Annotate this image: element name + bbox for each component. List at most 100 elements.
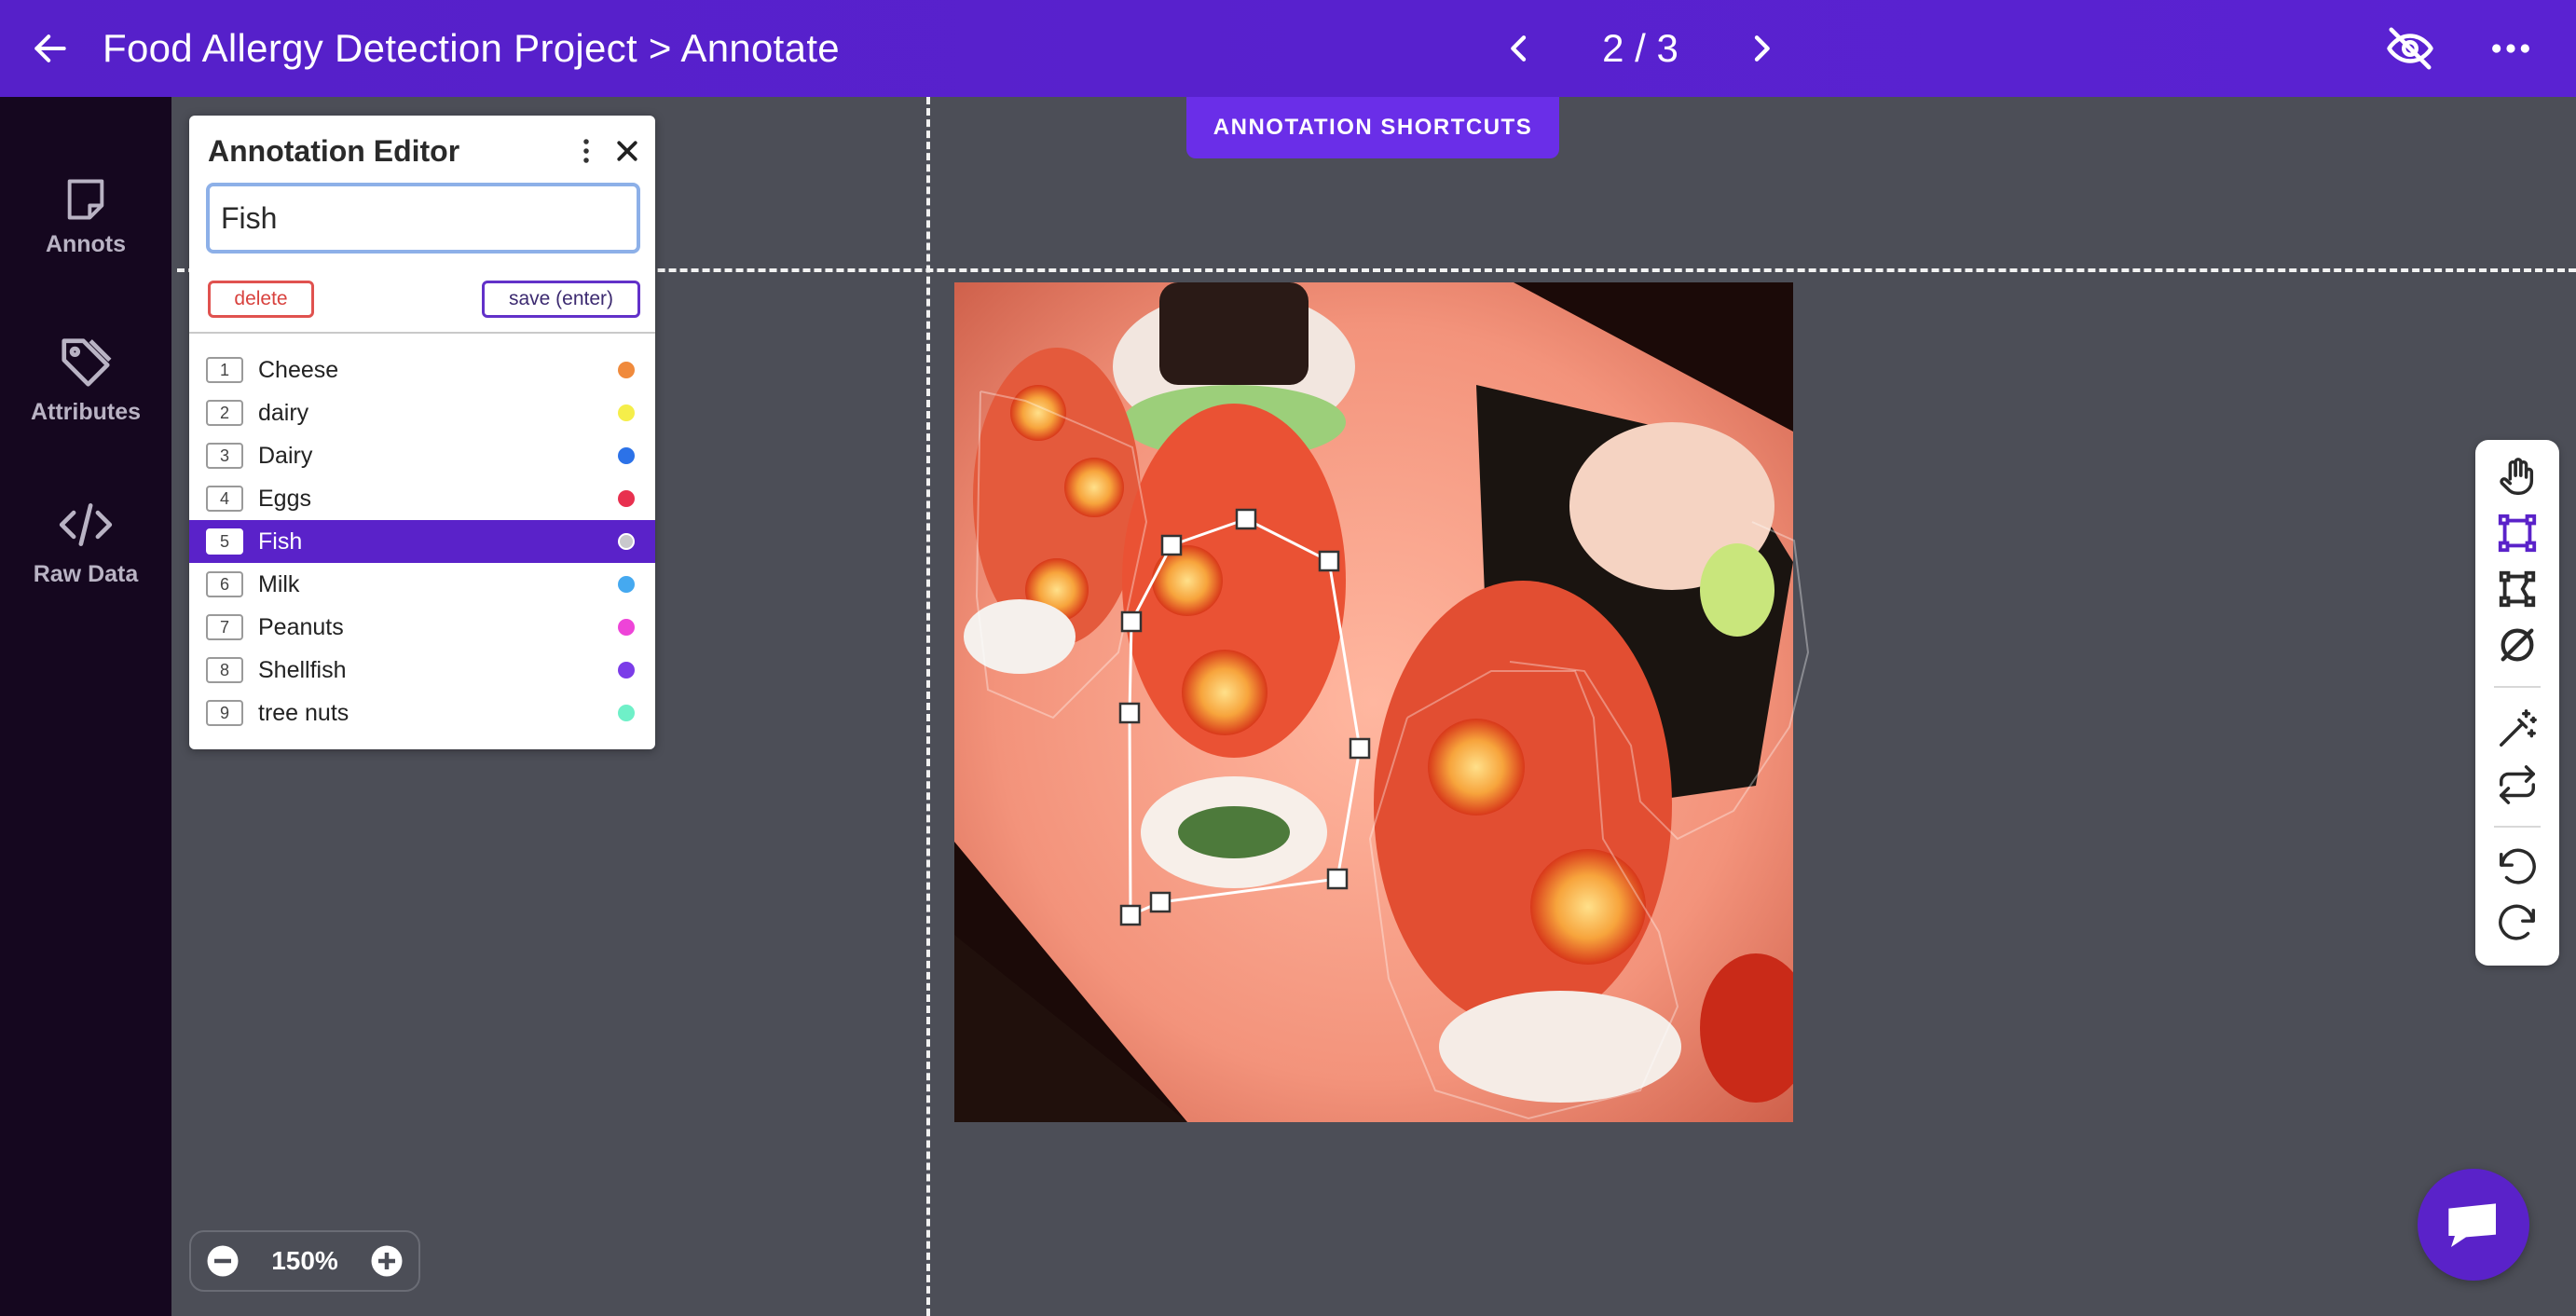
polygon-tool[interactable] — [2489, 563, 2545, 615]
undo-button[interactable] — [2489, 843, 2545, 895]
hide-annotations-button[interactable] — [2382, 21, 2438, 76]
more-vertical-icon — [583, 139, 589, 163]
arrow-left-icon — [34, 34, 66, 62]
class-hotkey-number: 6 — [206, 571, 243, 597]
class-name: Dairy — [258, 442, 313, 469]
tag-icon — [62, 338, 112, 387]
class-hotkey-number: 4 — [206, 486, 243, 512]
tool-divider — [2494, 686, 2541, 688]
back-button[interactable] — [24, 22, 76, 75]
divider — [189, 332, 655, 334]
class-name: Peanuts — [258, 613, 344, 640]
class-item-cheese[interactable]: 1 Cheese — [189, 349, 655, 391]
class-item-eggs[interactable]: 4 Eggs — [189, 477, 655, 520]
page-indicator: 2 / 3 — [1602, 26, 1679, 70]
class-name: Cheese — [258, 356, 339, 383]
magic-wand-icon — [2500, 709, 2537, 747]
left-sidebar: Annots Attributes Raw Data — [0, 97, 171, 1316]
delete-button[interactable]: delete — [208, 281, 314, 318]
eye-off-icon — [2387, 27, 2433, 70]
repeat-tool[interactable] — [2489, 759, 2545, 811]
code-icon — [59, 503, 113, 546]
class-name: Fish — [258, 528, 303, 555]
sidebar-item-raw-data[interactable]: Raw Data — [0, 496, 171, 588]
plus-circle-icon — [371, 1245, 403, 1277]
class-hotkey-number: 8 — [206, 657, 243, 683]
annotation-editor-panel: Annotation Editor delete save (enter) 1C… — [189, 116, 655, 749]
class-hotkey-number: 2 — [206, 400, 243, 426]
class-color-dot — [618, 576, 635, 593]
redo-icon — [2499, 904, 2535, 940]
sidebar-item-annots[interactable]: Annots — [0, 175, 171, 258]
class-item-milk[interactable]: 6 Milk — [189, 563, 655, 606]
next-image-button[interactable] — [1733, 21, 1789, 76]
chevron-left-icon — [1511, 35, 1527, 62]
class-color-dot — [618, 705, 635, 721]
zoom-out-button[interactable] — [204, 1242, 241, 1280]
class-hotkey-number: 3 — [206, 443, 243, 469]
more-options-button[interactable] — [2483, 21, 2539, 76]
class-hotkey-number: 1 — [206, 357, 243, 383]
class-color-dot — [618, 533, 635, 550]
class-color-dot — [618, 662, 635, 679]
top-bar: Food Allergy Detection Project > Annotat… — [0, 0, 2576, 97]
class-name: dairy — [258, 399, 309, 426]
repeat-icon — [2500, 765, 2535, 804]
class-name: Shellfish — [258, 656, 347, 683]
class-hotkey-number: 9 — [206, 700, 243, 726]
class-color-dot — [618, 447, 635, 464]
null-tool[interactable] — [2489, 619, 2545, 671]
sushi-photo — [954, 282, 1793, 1122]
null-icon — [2501, 628, 2534, 662]
class-name: Eggs — [258, 485, 311, 512]
class-hotkey-number: 7 — [206, 614, 243, 640]
class-name: Milk — [258, 570, 300, 597]
annotation-shortcuts-button[interactable]: ANNOTATION SHORTCUTS — [1186, 97, 1559, 158]
editor-menu-button[interactable] — [569, 132, 603, 170]
bounding-box-icon — [2498, 514, 2537, 553]
sidebar-item-label: Raw Data — [33, 561, 139, 587]
polygon-icon — [2499, 570, 2536, 608]
redo-button[interactable] — [2489, 898, 2545, 951]
class-item-peanuts[interactable]: 7 Peanuts — [189, 606, 655, 649]
class-list: 1 Cheese 2 dairy 3 Dairy 4 Eggs 5 Fish 6 Milk 7 Peanu… — [189, 349, 655, 734]
crosshair-vertical-guide — [926, 97, 930, 1316]
class-hotkey-number: 5 — [206, 528, 243, 555]
previous-image-button[interactable] — [1491, 21, 1547, 76]
tool-palette — [2475, 440, 2559, 966]
bounding-box-tool[interactable] — [2489, 507, 2545, 559]
page-title: Food Allergy Detection Project > Annotat… — [103, 26, 840, 70]
sidebar-item-attributes[interactable]: Attributes — [0, 334, 171, 426]
minus-circle-icon — [207, 1245, 239, 1277]
zoom-control: 150% — [189, 1230, 420, 1292]
annotation-label-input[interactable] — [206, 183, 640, 254]
hand-icon — [2500, 458, 2534, 495]
chat-button[interactable] — [2418, 1169, 2529, 1281]
zoom-level: 150% — [271, 1246, 338, 1275]
image-pager: 2 / 3 — [1491, 21, 1789, 76]
save-button[interactable]: save (enter) — [482, 281, 640, 318]
sticky-note-icon — [67, 179, 104, 220]
pan-tool[interactable] — [2489, 451, 2545, 503]
class-item-fish[interactable]: 5 Fish — [189, 520, 655, 563]
top-right-actions — [2382, 21, 2539, 76]
class-color-dot — [618, 362, 635, 378]
annotated-image[interactable] — [954, 282, 1793, 1122]
class-item-dairy[interactable]: 3 Dairy — [189, 434, 655, 477]
class-color-dot — [618, 490, 635, 507]
magic-wand-tool[interactable] — [2489, 703, 2545, 755]
editor-title: Annotation Editor — [208, 134, 460, 168]
class-name: tree nuts — [258, 699, 349, 726]
class-color-dot — [618, 404, 635, 421]
zoom-in-button[interactable] — [368, 1242, 405, 1280]
class-item-shellfish[interactable]: 8 Shellfish — [189, 649, 655, 692]
more-horizontal-icon — [2492, 44, 2529, 53]
tool-divider — [2494, 826, 2541, 828]
sidebar-item-label: Attributes — [30, 399, 142, 425]
editor-close-button[interactable] — [607, 130, 648, 171]
class-item-dairy[interactable]: 2 dairy — [189, 391, 655, 434]
class-color-dot — [618, 619, 635, 636]
close-icon — [617, 141, 637, 161]
undo-icon — [2500, 848, 2536, 884]
class-item-tree-nuts[interactable]: 9 tree nuts — [189, 692, 655, 734]
